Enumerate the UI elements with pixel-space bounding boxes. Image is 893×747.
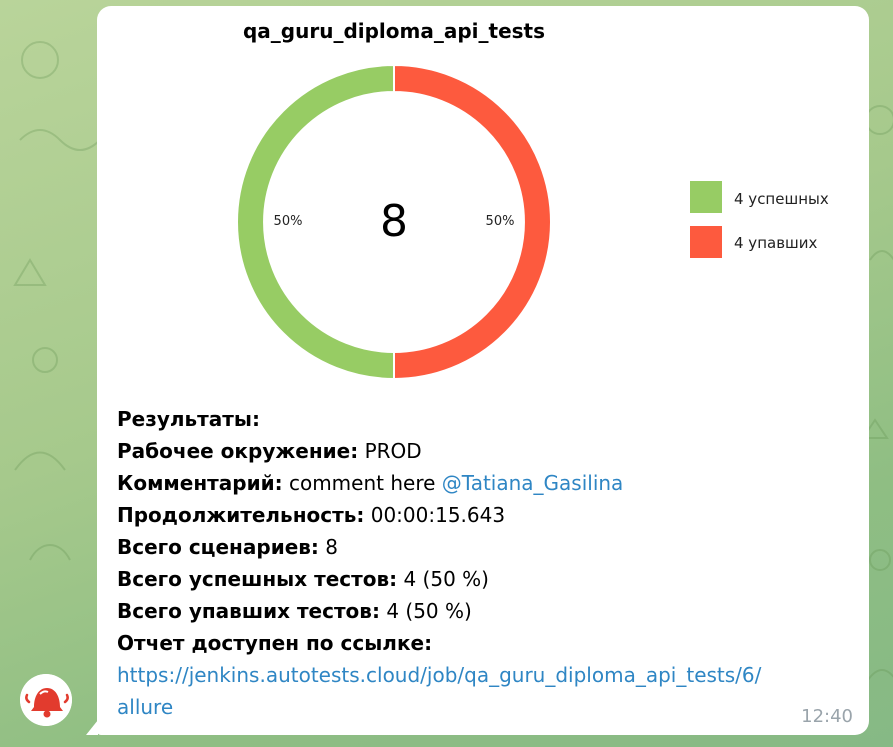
- legend-swatch-passed: [690, 181, 722, 213]
- scenarios-value: 8: [325, 535, 339, 559]
- chart-center-total: 8: [380, 196, 408, 247]
- env-value: PROD: [364, 439, 422, 463]
- report-link[interactable]: https://jenkins.autotests.cloud/job/qa_g…: [117, 659, 857, 691]
- message-time: 12:40: [801, 706, 853, 727]
- report-link-continued[interactable]: allure: [117, 691, 857, 723]
- results-header: Результаты:: [117, 407, 260, 431]
- allure-donut-chart: qa_guru_diploma_api_tests 8 50% 50% 4 ус…: [236, 19, 829, 381]
- donut-slice-passed: [236, 63, 395, 381]
- report-label-line: Отчет доступен по ссылке:: [117, 631, 433, 655]
- donut-slice-failed: [393, 63, 552, 381]
- slice-percent-label-failed: 50%: [486, 214, 515, 229]
- comment-line: Комментарий: comment here @Tatiana_Gasil…: [117, 471, 624, 495]
- passed-value: 4 (50 %): [403, 567, 489, 591]
- legend-swatch-failed: [690, 226, 722, 258]
- results-text: Результаты: Рабочее окружение: PROD Комм…: [117, 403, 857, 723]
- slice-percent-label-passed: 50%: [274, 214, 303, 229]
- scenarios-line: Всего сценариев: 8: [117, 535, 339, 559]
- mention-link[interactable]: @Tatiana_Gasilina: [442, 471, 624, 495]
- avatar[interactable]: [20, 674, 72, 726]
- duration-line: Продолжительность: 00:00:15.643: [117, 503, 506, 527]
- bell-icon: [20, 674, 72, 726]
- comment-value: comment here: [288, 471, 436, 495]
- legend-label-failed: 4 упавших: [734, 234, 818, 252]
- failed-value: 4 (50 %): [386, 599, 472, 623]
- failed-line: Всего упавших тестов: 4 (50 %): [117, 599, 472, 623]
- chart-title: qa_guru_diploma_api_tests: [243, 19, 545, 43]
- passed-line: Всего успешных тестов: 4 (50 %): [117, 567, 489, 591]
- legend-label-passed: 4 успешных: [734, 190, 829, 208]
- env-line: Рабочее окружение: PROD: [117, 439, 422, 463]
- duration-value: 00:00:15.643: [370, 503, 506, 527]
